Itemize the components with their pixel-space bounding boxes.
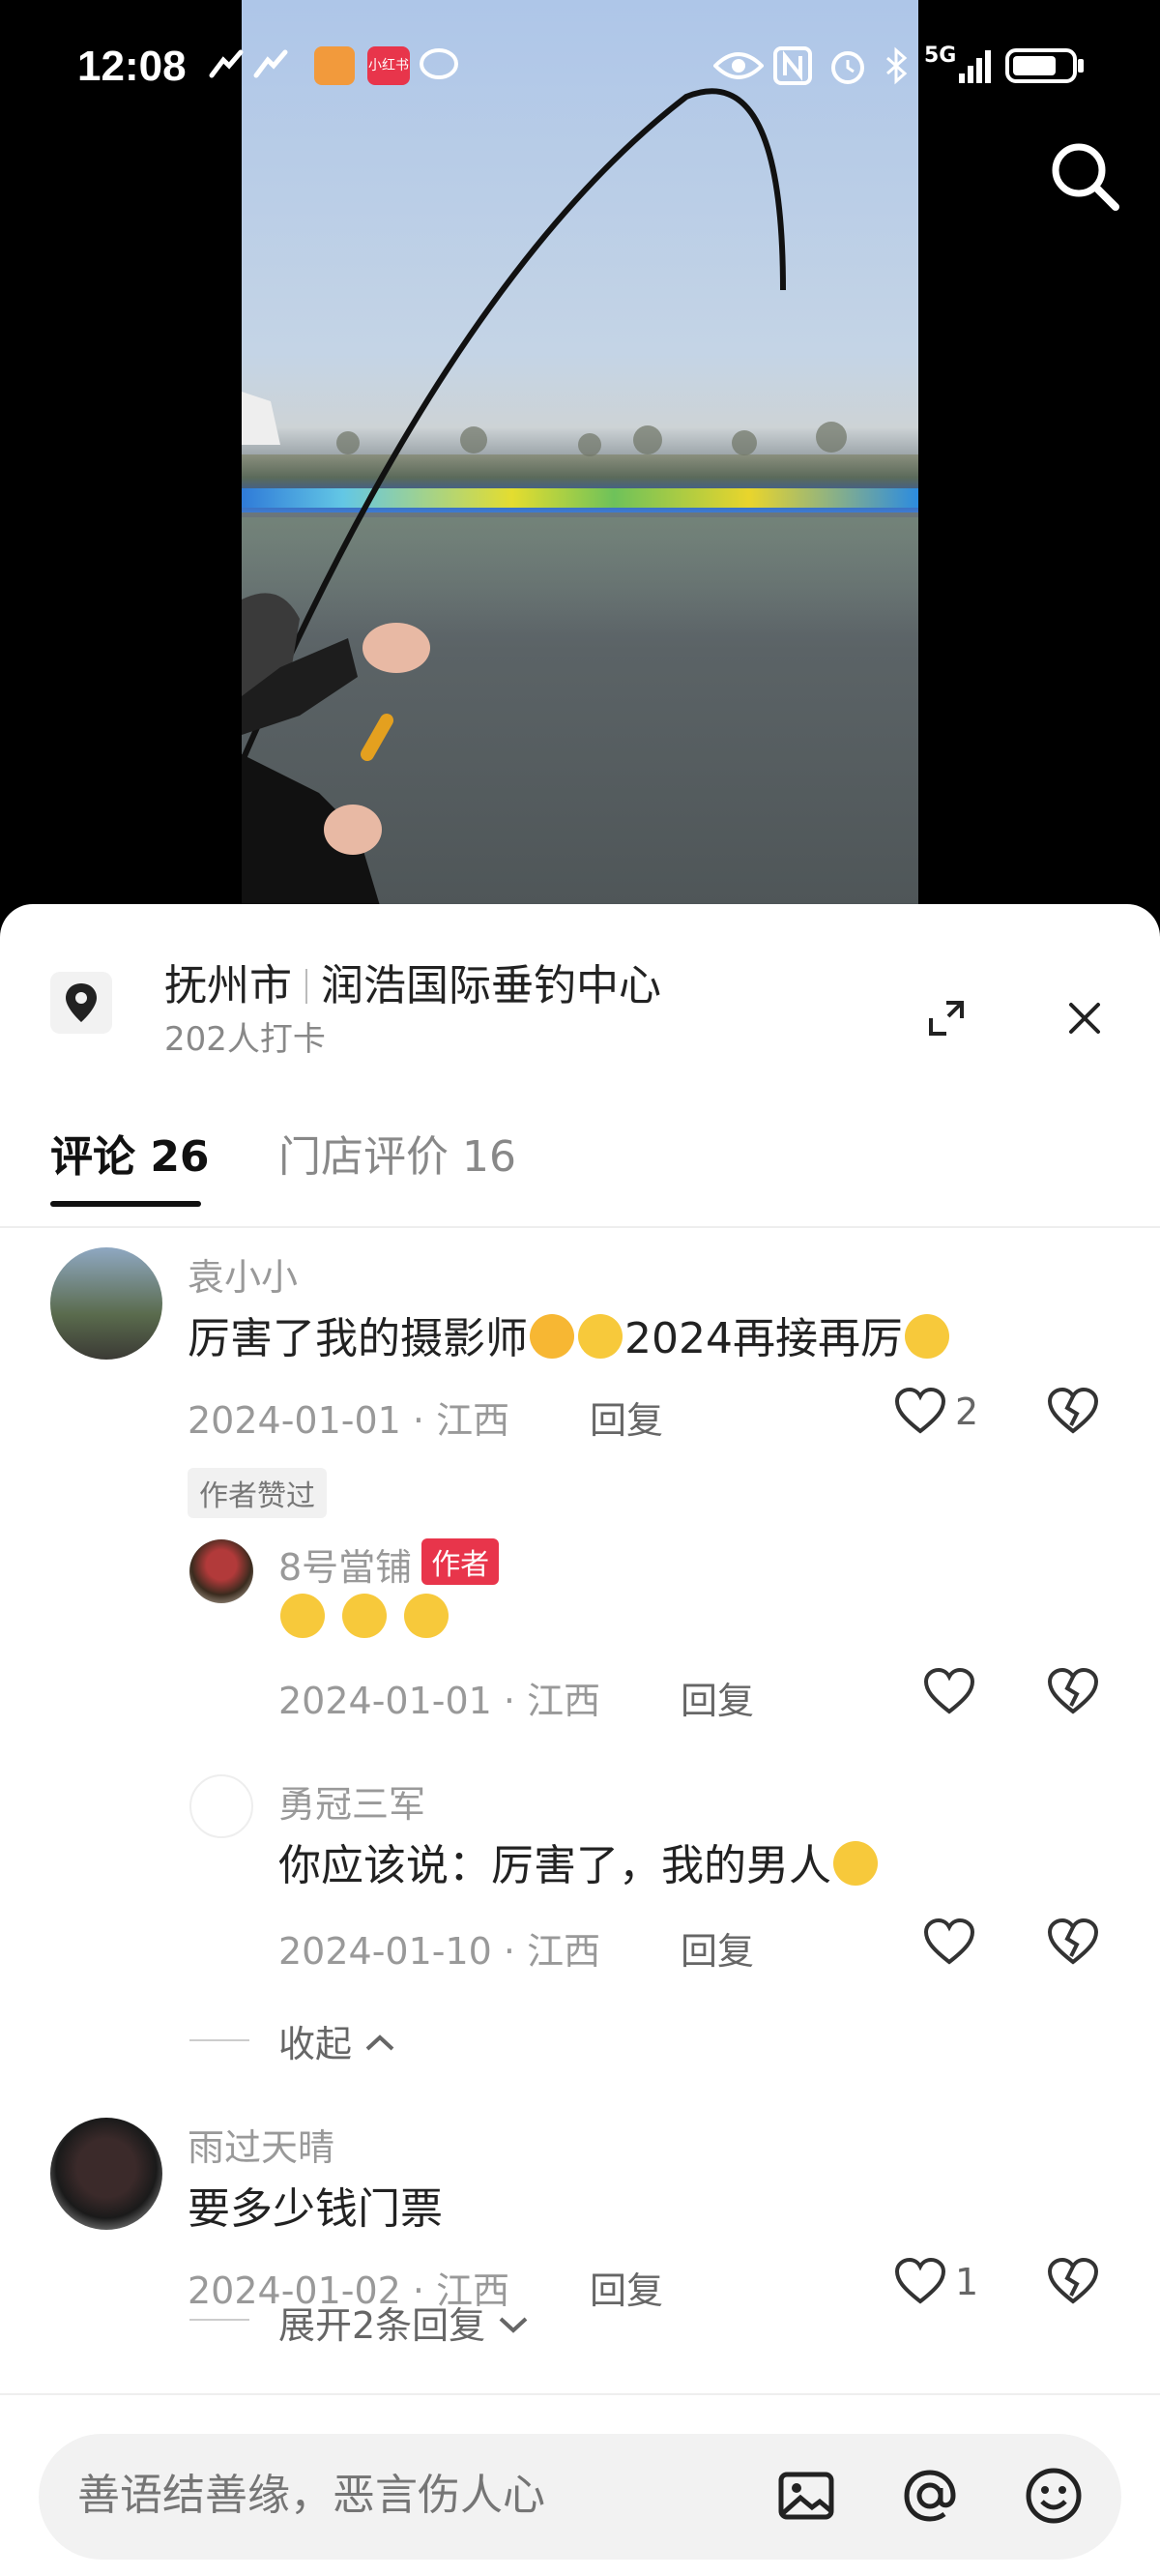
chevron-up-icon [365,2034,394,2051]
bluetooth-icon [886,46,908,85]
fold-divider [189,2319,249,2321]
comment-username[interactable]: 袁小小 [188,1247,298,1301]
finger-heart-emoji [904,1314,949,1359]
eye-icon [713,52,764,79]
nfc-icon [773,46,812,85]
status-time: 12:08 [77,43,187,90]
app-shop-icon [314,46,355,85]
heart-icon[interactable] [922,1667,976,1717]
broken-heart-icon[interactable] [1046,1667,1100,1717]
video-frame[interactable] [242,0,918,928]
comment-date-location: 2024-01-01 · 江西 [188,1399,510,1442]
reply-button[interactable]: 回复 [590,1390,663,1444]
chevron-down-icon [499,2317,528,2333]
reply-item: 勇冠三军 你应该说：厉害了，我的男人 2024-01-10 · 江西 回复 收起 [0,1774,1160,2067]
finger-heart-emoji [578,1314,623,1359]
finger-heart-emoji [404,1594,449,1638]
search-icon[interactable] [1046,137,1123,215]
checkin-count: 202人打卡 [164,1020,326,1059]
expand-replies-button[interactable]: 展开2条回复 [278,2296,530,2349]
heart-icon[interactable] [893,1387,947,1437]
title-separator [305,969,307,1004]
avatar[interactable] [50,1247,162,1360]
tab-store-reviews[interactable]: 门店评价 16 [278,1122,516,1184]
fold-divider [189,2039,249,2041]
reply-text [278,1594,450,1643]
finger-heart-emoji [280,1594,325,1638]
comment-text: 厉害了我的摄影师 2024再接再厉 [188,1303,951,1365]
comment-item: 雨过天晴 要多少钱门票 2024-01-02 · 江西 回复 1 展开2条回复 [0,2118,1160,2388]
like-count: 2 [955,1390,979,1433]
location-header[interactable]: 抚州市 润浩国际垂钓中心 202人打卡 [0,904,1160,1059]
reply-date-location: 2024-01-10 · 江西 [278,1930,601,1973]
avatar[interactable] [50,2118,162,2230]
heart-icon[interactable] [922,1917,976,1968]
comment-text: 要多少钱门票 [188,2184,443,2234]
broken-heart-icon[interactable] [1046,1917,1100,1968]
author-badge: 作者 [421,1538,500,1585]
avatar[interactable] [189,1539,253,1603]
author-liked-tag: 作者赞过 [188,1468,327,1518]
comment-input-container[interactable] [39,2434,1121,2560]
reply-date-location: 2024-01-01 · 江西 [278,1680,601,1722]
finger-heart-emoji [342,1594,387,1638]
battery-icon [1005,48,1084,83]
location-title: 抚州市 润浩国际垂钓中心 [164,951,661,1012]
signal-icon [959,50,991,83]
broken-heart-icon[interactable] [1046,1387,1100,1437]
broken-heart-icon[interactable] [1046,2257,1100,2307]
comment-sheet: 抚州市 润浩国际垂钓中心 202人打卡 评论 26 门店评价 16 袁小小 厉害了… [0,904,1160,2576]
expand-icon[interactable] [925,997,968,1039]
comment-item: 袁小小 厉害了我的摄影师 2024再接再厉 2024-01-01 · 江西 回复 … [0,1247,1160,1760]
status-bar: 12:08 小红书 5G [0,0,1160,135]
video-player[interactable]: 12:08 小红书 5G [0,0,1160,928]
reply-button[interactable]: 回复 [590,2261,663,2314]
collapse-replies-button[interactable]: 收起 [278,2014,396,2067]
comment-input[interactable] [77,2471,754,2520]
reply-text: 你应该说：厉害了，我的男人 [278,1830,880,1892]
chat-icon [420,48,458,79]
comment-input-bar [0,2393,1160,2576]
thumbs-up-emoji [530,1314,574,1359]
location-pin-icon [50,972,112,1034]
emoji-icon[interactable] [1023,2465,1085,2527]
reply-username[interactable]: 勇冠三军 [278,1774,425,1828]
tab-comments[interactable]: 评论 26 [50,1122,210,1184]
grin-emoji [833,1841,878,1886]
reply-username[interactable]: 8号當铺 作者 [278,1537,500,1591]
avatar[interactable] [189,1774,253,1838]
location-city: 抚州市 [164,961,292,1010]
at-icon[interactable] [899,2465,961,2527]
fishing-rod-graphic [242,88,847,928]
tab-bar: 评论 26 门店评价 16 [0,1122,1160,1228]
xiaohongshu-icon: 小红书 [367,46,410,85]
reply-button[interactable]: 回复 [681,1671,754,1724]
app-notification-icons [209,49,288,78]
alarm-icon [831,51,864,84]
reply-button[interactable]: 回复 [681,1921,754,1975]
close-icon[interactable] [1063,997,1106,1039]
heart-icon[interactable] [893,2257,947,2307]
image-icon[interactable] [775,2465,837,2527]
network-label: 5G [924,44,957,68]
comment-username[interactable]: 雨过天晴 [188,2118,334,2171]
tab-active-indicator [50,1201,201,1207]
like-count: 1 [955,2261,979,2303]
location-venue: 润浩国际垂钓中心 [321,961,661,1010]
